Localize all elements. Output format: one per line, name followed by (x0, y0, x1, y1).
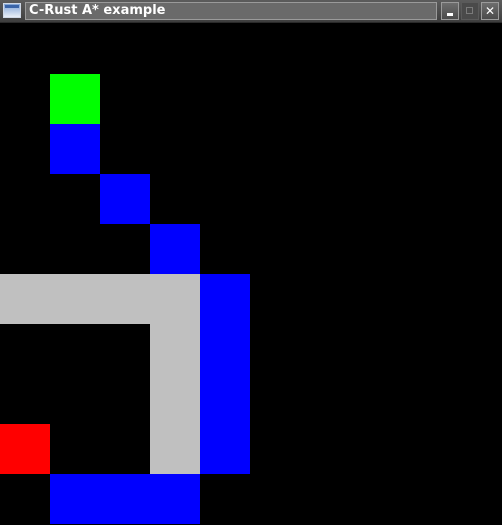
path-cell (200, 424, 250, 474)
path-cell (150, 474, 200, 524)
close-button[interactable]: ✕ (481, 2, 499, 20)
path-cell (50, 124, 100, 174)
path-cell (200, 274, 250, 324)
wall-cell (150, 324, 200, 374)
wall-cell (50, 274, 100, 324)
window-icon[interactable] (3, 3, 21, 18)
close-icon: ✕ (484, 4, 496, 18)
maximize-button[interactable] (461, 2, 479, 20)
window-title-area[interactable]: C-Rust A* example (25, 2, 437, 20)
wall-cell (150, 274, 200, 324)
goal-cell (0, 424, 50, 474)
path-cell (150, 224, 200, 274)
start-cell (50, 74, 100, 124)
astar-grid-canvas[interactable] (0, 24, 502, 525)
minimize-button[interactable] (441, 2, 459, 20)
minimize-icon (447, 13, 453, 16)
wall-cell (150, 424, 200, 474)
path-cell (200, 324, 250, 374)
path-cell (100, 474, 150, 524)
path-cell (100, 174, 150, 224)
maximize-icon (466, 7, 473, 14)
window-title: C-Rust A* example (29, 3, 166, 18)
wall-cell (150, 374, 200, 424)
app-window: C-Rust A* example ✕ (0, 0, 502, 525)
path-cell (200, 374, 250, 424)
wall-cell (0, 274, 50, 324)
title-bar[interactable]: C-Rust A* example ✕ (0, 0, 502, 23)
wall-cell (100, 274, 150, 324)
path-cell (50, 474, 100, 524)
